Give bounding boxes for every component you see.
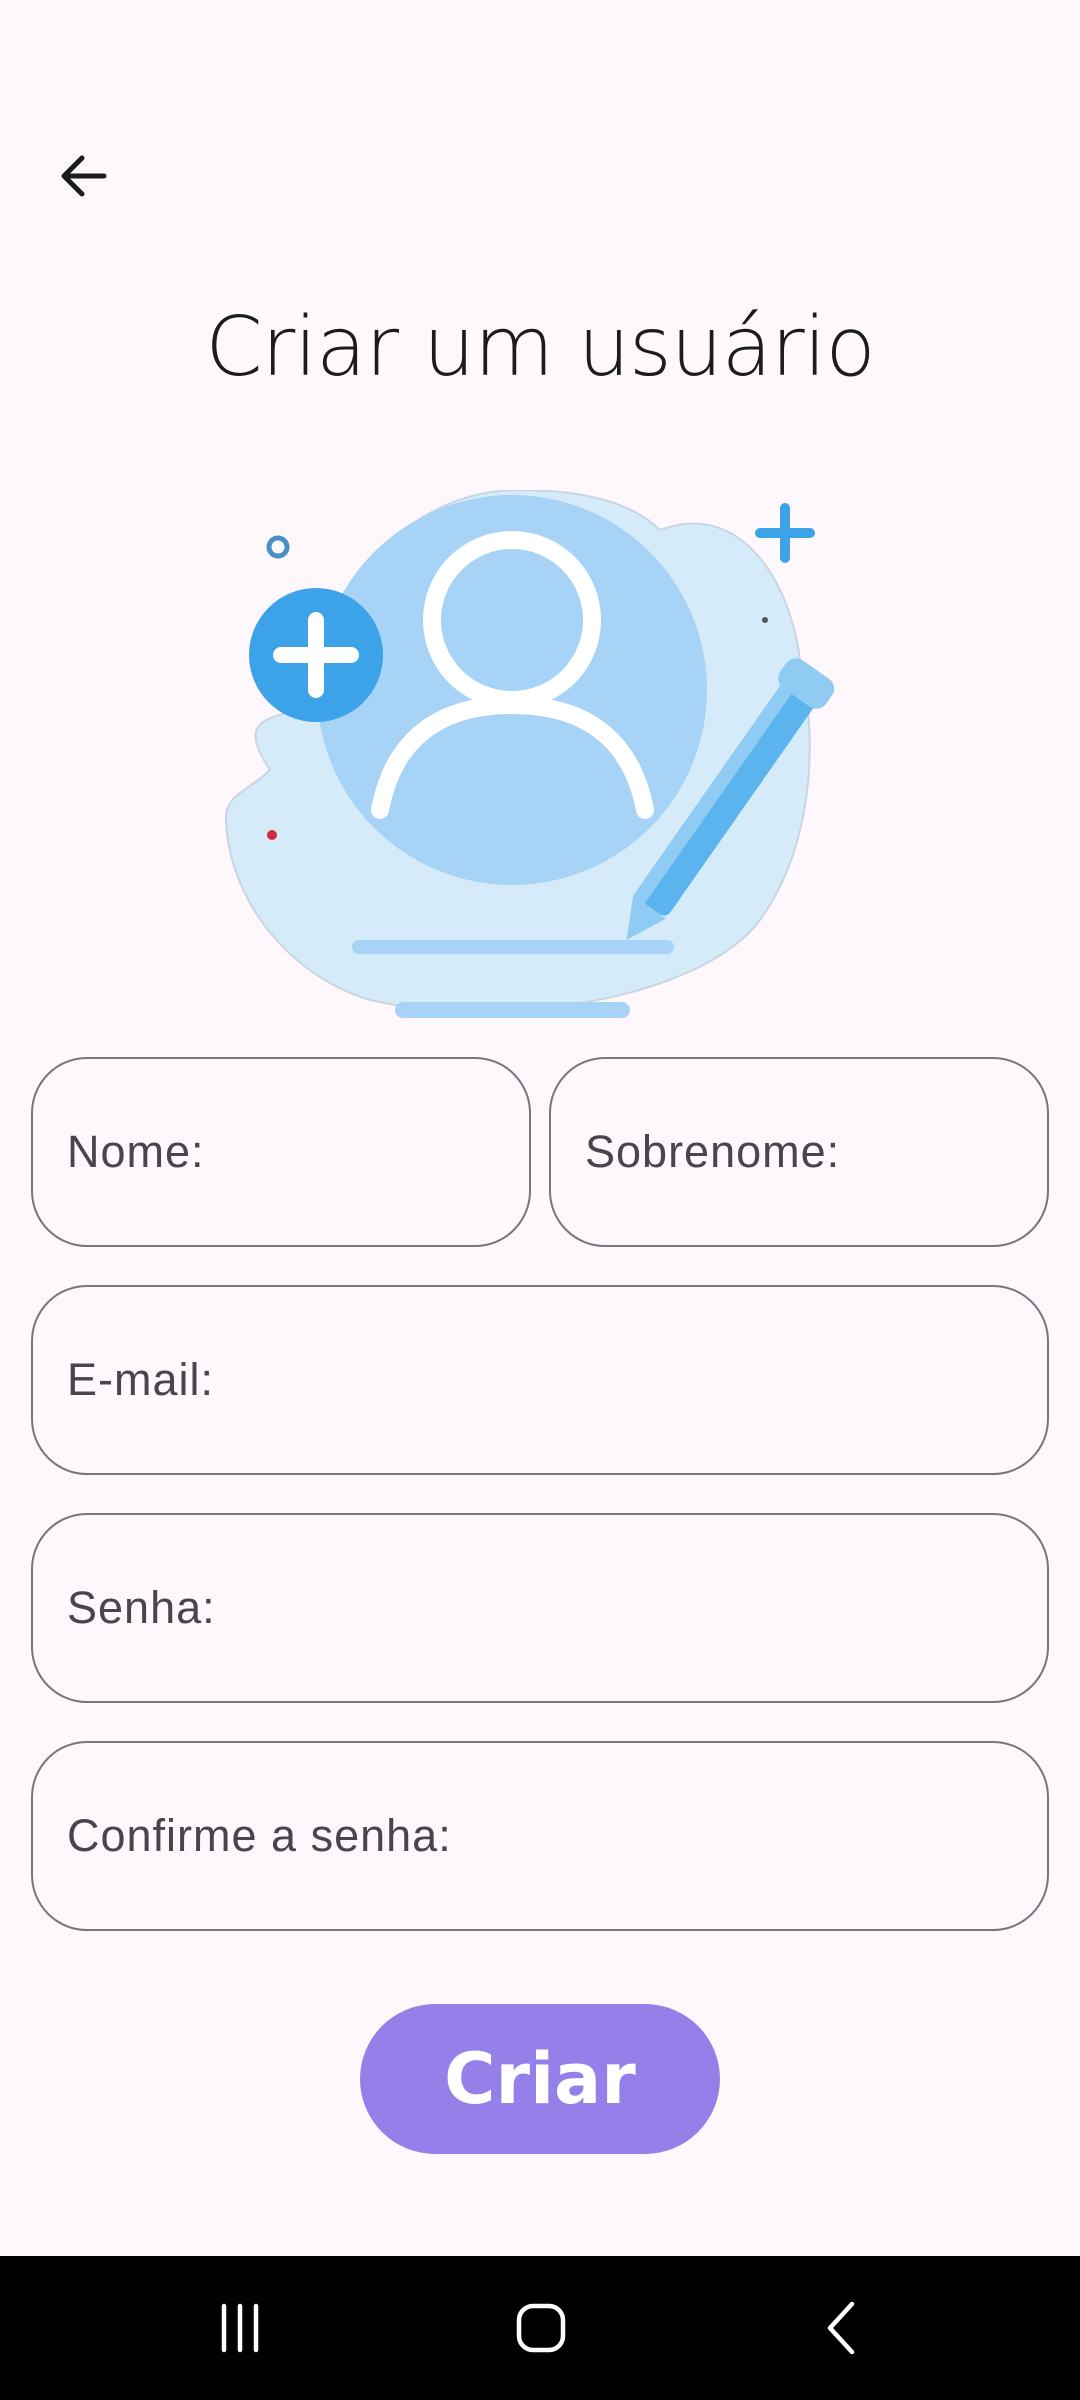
page-title: Criar um usuário xyxy=(205,300,875,395)
recent-apps-icon xyxy=(221,2303,259,2353)
confirm-password-field[interactable] xyxy=(31,1741,1049,1931)
password-input[interactable] xyxy=(33,1515,1047,1701)
add-user-illustration xyxy=(224,490,835,1018)
email-input[interactable] xyxy=(33,1287,1047,1473)
confirm-password-input[interactable] xyxy=(33,1743,1047,1929)
password-field[interactable] xyxy=(31,1513,1049,1703)
home-button[interactable] xyxy=(441,2256,641,2400)
home-icon xyxy=(516,2303,566,2353)
recent-apps-button[interactable] xyxy=(140,2256,340,2400)
create-button[interactable]: Criar xyxy=(360,2004,720,2154)
system-back-button[interactable] xyxy=(742,2256,942,2400)
last-name-input[interactable] xyxy=(551,1059,1047,1245)
first-name-input[interactable] xyxy=(33,1059,529,1245)
first-name-field[interactable] xyxy=(31,1057,531,1247)
last-name-field[interactable] xyxy=(549,1057,1049,1247)
chevron-left-icon xyxy=(827,2301,855,2355)
status-bar xyxy=(0,0,1080,110)
system-navigation-bar xyxy=(0,2256,1080,2400)
back-button[interactable] xyxy=(38,130,130,222)
arrow-left-icon xyxy=(61,155,107,197)
email-field[interactable] xyxy=(31,1285,1049,1475)
